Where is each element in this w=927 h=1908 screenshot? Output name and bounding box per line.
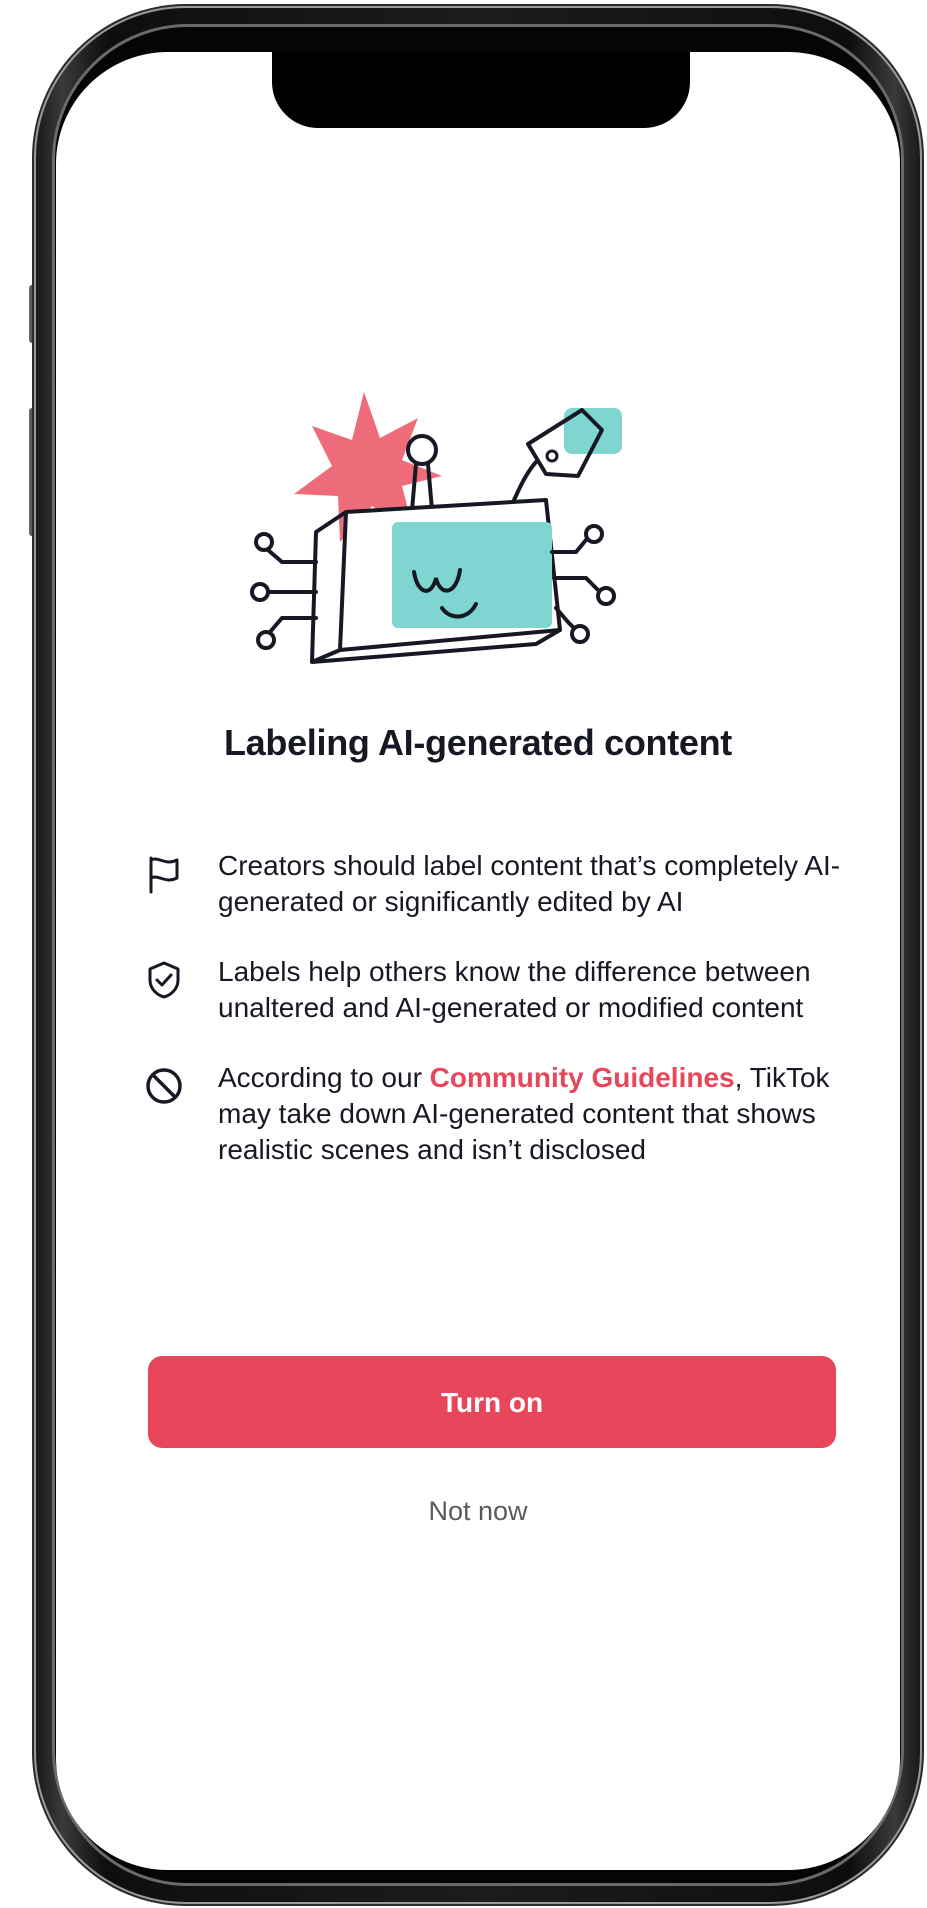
turn-on-button[interactable]: Turn on (148, 1356, 836, 1448)
info-item-guidelines: According to our Community Guidelines, T… (144, 1060, 844, 1168)
info-item-labels-help: Labels help others know the difference b… (144, 954, 844, 1026)
community-guidelines-link[interactable]: Community Guidelines (430, 1062, 735, 1093)
screen: Labeling AI-generated content Creators s… (56, 52, 900, 1870)
phone-notch (272, 52, 690, 128)
shield-check-icon (148, 961, 180, 999)
info-item-text: Creators should label content that’s com… (218, 850, 841, 917)
robot-illustration (250, 392, 622, 664)
phone-mockup: Labeling AI-generated content Creators s… (0, 0, 927, 1908)
info-item-text: According to our Community Guidelines, T… (218, 1060, 844, 1168)
prohibited-icon (146, 1068, 182, 1104)
dialog-title: Labeling AI-generated content (223, 722, 732, 763)
info-item-label-content: Creators should label content that’s com… (144, 848, 844, 920)
info-item-text: Labels help others know the difference b… (218, 956, 811, 1023)
info-item-text-part: According to our (218, 1062, 430, 1093)
not-now-button[interactable]: Not now (56, 1496, 900, 1527)
info-list: Creators should label content that’s com… (144, 848, 844, 1202)
flag-icon (149, 856, 179, 894)
